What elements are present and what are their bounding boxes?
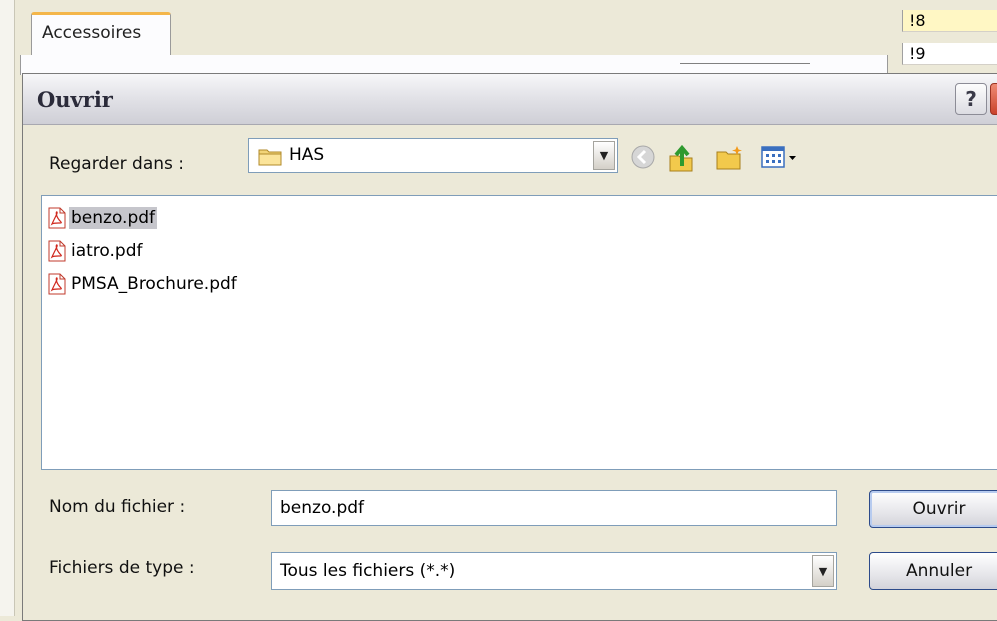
dialog-title: Ouvrir bbox=[37, 87, 113, 112]
pdf-file-icon bbox=[48, 207, 66, 229]
folder-icon bbox=[258, 149, 282, 166]
filetype-label: Fichiers de type : bbox=[49, 558, 195, 578]
filename-input[interactable] bbox=[271, 490, 837, 526]
close-button[interactable] bbox=[990, 83, 997, 115]
dialog-titlebar[interactable]: Ouvrir ? bbox=[23, 74, 997, 125]
list-item[interactable]: benzo.pdf bbox=[47, 205, 158, 231]
filename-label: Nom du fichier : bbox=[49, 497, 186, 517]
chevron-down-icon[interactable]: ▼ bbox=[812, 555, 834, 587]
look-in-value: HAS bbox=[289, 145, 325, 165]
list-item[interactable]: iatro.pdf bbox=[47, 238, 145, 264]
up-folder-icon[interactable] bbox=[666, 144, 696, 174]
file-list[interactable]: benzo.pdf iatro.pdf PMSA_Brochure.pdf bbox=[41, 195, 997, 470]
tab-accessoires[interactable]: Accessoires bbox=[31, 12, 171, 56]
look-in-dropdown[interactable]: HAS ▼ bbox=[248, 138, 618, 173]
grid-cell[interactable]: !9 bbox=[902, 43, 997, 65]
back-arrow-icon[interactable] bbox=[630, 144, 656, 170]
list-item[interactable]: PMSA_Brochure.pdf bbox=[47, 271, 239, 297]
file-name: benzo.pdf bbox=[69, 207, 158, 229]
pdf-file-icon bbox=[48, 240, 66, 262]
views-menu-icon[interactable] bbox=[761, 144, 801, 170]
grid-cell[interactable]: !8 bbox=[902, 10, 997, 32]
pdf-file-icon bbox=[48, 273, 66, 295]
look-in-label: Regarder dans : bbox=[49, 154, 185, 174]
file-name: iatro.pdf bbox=[71, 241, 143, 261]
open-button[interactable]: Ouvrir bbox=[869, 490, 997, 528]
help-button[interactable]: ? bbox=[955, 83, 987, 115]
open-file-dialog: Ouvrir ? Regarder dans : HAS ▼ benzo.pdf… bbox=[22, 73, 997, 621]
cancel-button[interactable]: Annuler bbox=[869, 552, 997, 590]
filetype-value: Tous les fichiers (*.*) bbox=[280, 561, 456, 581]
new-folder-icon[interactable] bbox=[715, 144, 745, 172]
filetype-dropdown[interactable]: Tous les fichiers (*.*) ▼ bbox=[271, 552, 837, 590]
left-edge-strip bbox=[0, 0, 15, 616]
chevron-down-icon[interactable]: ▼ bbox=[593, 141, 615, 170]
file-name: PMSA_Brochure.pdf bbox=[71, 274, 237, 294]
tab-label: Accessoires bbox=[42, 23, 142, 43]
